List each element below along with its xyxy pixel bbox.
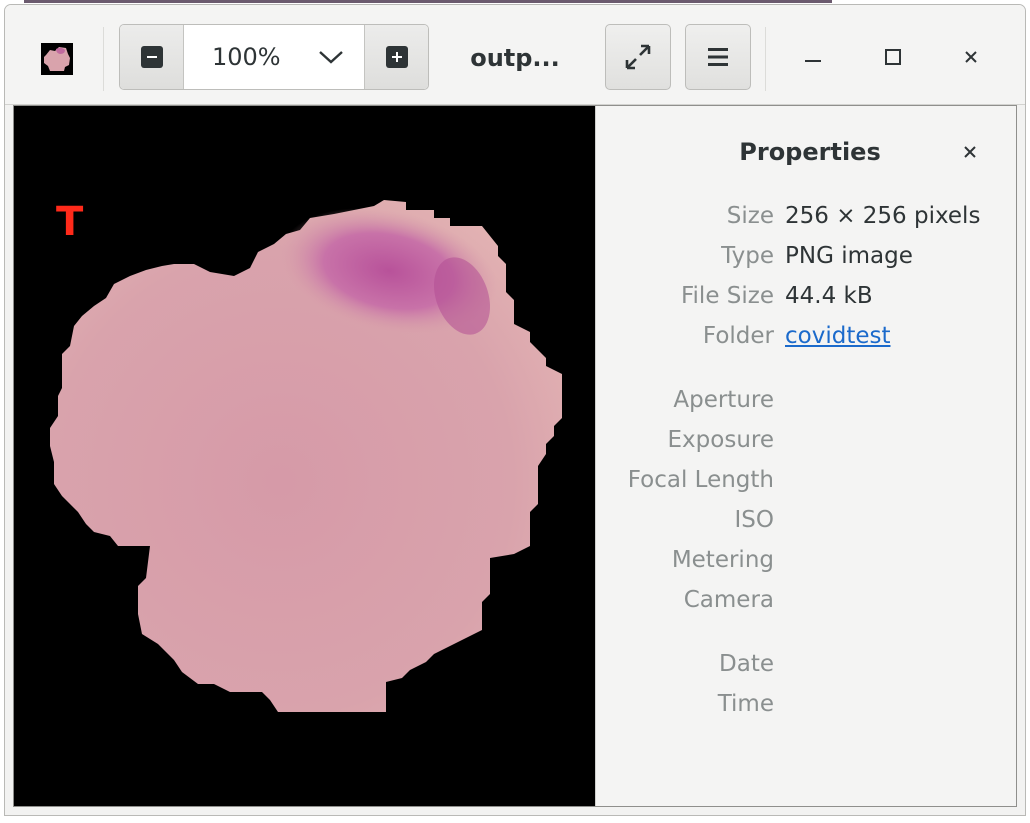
property-row-iso: ISO — [596, 502, 1016, 538]
property-label: Focal Length — [627, 467, 774, 493]
header-bar: 100% outp... — [5, 5, 1025, 105]
property-row-date: Date — [596, 646, 1016, 682]
image-thumbnail-icon — [41, 43, 73, 75]
property-label: File Size — [680, 283, 774, 309]
properties-panel: Properties Size 256 × 256 pixels Type PN… — [596, 106, 1016, 806]
property-row-camera: Camera — [596, 582, 1016, 618]
image-canvas[interactable]: T — [14, 106, 596, 806]
property-label: Type — [721, 243, 774, 269]
fullscreen-icon — [625, 44, 651, 70]
zoom-out-button[interactable] — [120, 25, 184, 89]
close-icon — [965, 51, 977, 63]
property-row-folder: Folder covidtest — [596, 318, 1016, 354]
cell-image — [50, 200, 562, 712]
property-label: Exposure — [667, 427, 774, 453]
zoom-out-icon — [140, 46, 163, 68]
header-separator — [103, 27, 104, 91]
property-label: ISO — [734, 507, 775, 533]
background-window-edge — [24, 0, 832, 3]
main-menu-button[interactable] — [685, 24, 751, 90]
property-label: Camera — [683, 587, 774, 613]
zoom-level-value: 100% — [212, 43, 281, 71]
property-row-type: Type PNG image — [596, 238, 1016, 274]
zoom-level-dropdown[interactable]: 100% — [184, 25, 364, 89]
property-label: Metering — [671, 547, 774, 573]
close-icon — [964, 146, 976, 158]
property-row-exposure: Exposure — [596, 422, 1016, 458]
property-row-metering: Metering — [596, 542, 1016, 578]
maximize-icon — [885, 49, 901, 65]
folder-link[interactable]: covidtest — [785, 318, 891, 354]
property-label: Aperture — [673, 387, 774, 413]
property-label: Time — [717, 691, 774, 717]
property-label: Folder — [702, 323, 774, 349]
properties-title: Properties — [739, 138, 881, 166]
header-separator — [765, 27, 766, 91]
properties-close-button[interactable] — [956, 138, 984, 166]
property-row-file-size: File Size 44.4 kB — [596, 278, 1016, 314]
minimize-button[interactable] — [791, 35, 835, 79]
zoom-in-icon — [385, 46, 408, 68]
minimize-icon — [805, 60, 821, 62]
property-value: 44.4 kB — [785, 283, 873, 309]
close-window-button[interactable] — [949, 35, 993, 79]
zoom-in-button[interactable] — [364, 25, 428, 89]
property-row-aperture: Aperture — [596, 382, 1016, 418]
viewer-content: T Properties Size 256 × 256 pixels Type … — [13, 105, 1017, 807]
window-title: outp... — [470, 44, 560, 72]
property-value: 256 × 256 pixels — [785, 203, 981, 229]
property-value: PNG image — [785, 243, 913, 269]
property-label: Size — [726, 203, 774, 229]
maximize-button[interactable] — [871, 35, 915, 79]
chevron-down-icon — [319, 51, 343, 64]
hamburger-menu-icon — [708, 48, 728, 66]
property-row-size: Size 256 × 256 pixels — [596, 198, 1016, 234]
fullscreen-button[interactable] — [605, 24, 671, 90]
property-row-focal-length: Focal Length — [596, 462, 1016, 498]
property-row-time: Time — [596, 686, 1016, 722]
property-label: Date — [719, 651, 774, 677]
zoom-control: 100% — [119, 24, 429, 90]
overlay-letter: T — [56, 199, 84, 245]
image-viewer-window: 100% outp... T Properties Size 256 × 256… — [4, 4, 1026, 816]
